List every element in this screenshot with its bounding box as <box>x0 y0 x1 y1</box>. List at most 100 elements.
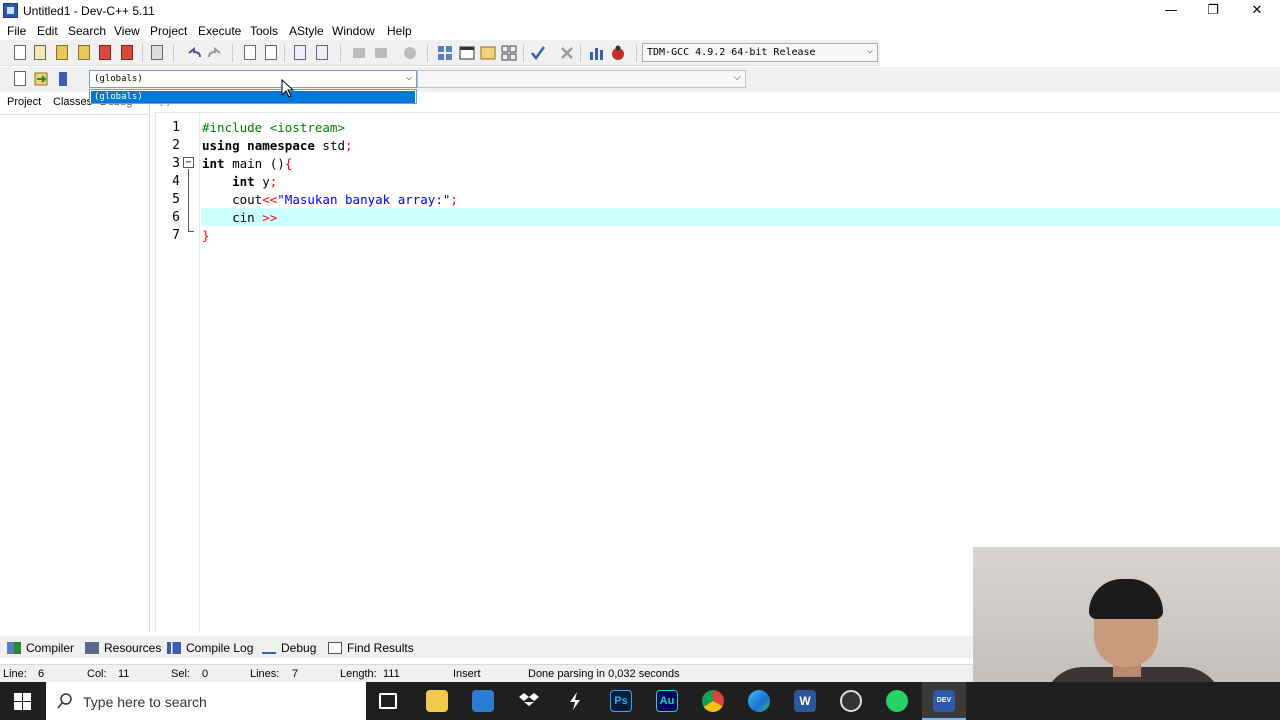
main-toolbar: TDM-GCC 4.9.2 64-bit Release ⌵ <box>0 40 880 66</box>
devcpp-taskbar-button[interactable]: DEV <box>922 682 966 720</box>
project-panel: Project Classes Debug <box>0 92 150 632</box>
chrome-icon[interactable] <box>702 690 724 712</box>
fold-collapse-icon[interactable]: − <box>183 157 194 168</box>
status-lines-label: Lines: <box>250 668 280 680</box>
dropdown-option-globals[interactable]: (globals) <box>91 91 415 103</box>
menu-execute[interactable]: Execute <box>198 24 241 38</box>
word-icon[interactable]: W <box>794 690 816 712</box>
window-title: Untitled1 - Dev-C++ 5.11 <box>23 4 155 18</box>
compiler-select[interactable]: TDM-GCC 4.9.2 64-bit Release ⌵ <box>642 43 878 62</box>
find-results-icon <box>328 642 342 654</box>
code-line-6: cin >> <box>202 210 278 225</box>
close-file-icon[interactable] <box>96 44 114 62</box>
stop-icon[interactable] <box>558 44 576 62</box>
compiler-select-value: TDM-GCC 4.9.2 64-bit Release <box>647 47 816 58</box>
line-number: 5 <box>172 192 180 207</box>
minimize-button[interactable]: — <box>1148 0 1194 22</box>
task-view-icon[interactable] <box>379 693 397 709</box>
tab-project[interactable]: Project <box>7 96 41 108</box>
menu-project[interactable]: Project <box>150 24 187 38</box>
debug-bug-icon[interactable] <box>609 44 627 62</box>
bookmark-next-icon[interactable] <box>372 44 390 62</box>
devcpp-icon: DEV <box>933 690 955 712</box>
bookmark-prev-icon[interactable] <box>350 44 368 62</box>
tab-debug-bottom[interactable]: Debug <box>262 641 316 655</box>
undo-icon[interactable] <box>185 44 203 62</box>
unindent-icon[interactable] <box>313 44 331 62</box>
menu-help[interactable]: Help <box>387 24 412 38</box>
tab-compiler[interactable]: Compiler <box>7 641 74 655</box>
resources-icon <box>85 642 99 654</box>
indent-icon[interactable] <box>291 44 309 62</box>
tile-icon[interactable] <box>500 44 518 62</box>
menu-astyle[interactable]: AStyle <box>289 24 324 38</box>
restore-button[interactable]: ❐ <box>1190 0 1236 22</box>
close-all-icon[interactable] <box>118 44 136 62</box>
code-line-4: int y; <box>232 174 278 189</box>
status-col: 11 <box>118 668 130 680</box>
line-gutter: 1 2 3 4 5 6 7 − <box>156 113 200 633</box>
menu-view[interactable]: View <box>114 24 140 38</box>
menu-search[interactable]: Search <box>68 24 106 38</box>
tab-resources[interactable]: Resources <box>85 641 161 655</box>
replace-icon[interactable] <box>262 44 280 62</box>
taskbar-search[interactable]: Type here to search <box>46 682 366 720</box>
bookmark-icon[interactable] <box>54 70 72 88</box>
profile-chart-icon[interactable] <box>588 44 606 62</box>
app-s-icon[interactable] <box>564 690 586 712</box>
menu-tools[interactable]: Tools <box>250 24 278 38</box>
dropbox-icon[interactable] <box>518 690 540 712</box>
menu-edit[interactable]: Edit <box>37 24 58 38</box>
whatsapp-icon[interactable] <box>886 690 908 712</box>
title-bar: Untitled1 - Dev-C++ 5.11 — ❐ ✕ <box>0 0 1280 22</box>
code-line-5: cout<<"Masukan banyak array:"; <box>202 192 458 207</box>
menu-window[interactable]: Window <box>332 24 375 38</box>
new-file-icon[interactable] <box>11 44 29 62</box>
audition-icon[interactable]: Au <box>656 690 678 712</box>
close-button[interactable]: ✕ <box>1234 0 1280 22</box>
mail-icon[interactable] <box>472 690 494 712</box>
goto-icon[interactable] <box>32 70 50 88</box>
project-new-icon[interactable] <box>436 44 454 62</box>
windows-logo-icon <box>14 693 22 701</box>
start-button[interactable] <box>0 682 46 720</box>
edge-icon[interactable] <box>748 690 770 712</box>
mouse-cursor-icon <box>281 79 295 98</box>
redo-icon[interactable] <box>206 44 224 62</box>
status-col-label: Col: <box>87 668 107 680</box>
status-length-label: Length: <box>340 668 377 680</box>
fullscreen-icon[interactable] <box>458 44 476 62</box>
line-number: 4 <box>172 174 180 189</box>
window-list-icon[interactable] <box>479 44 497 62</box>
class-select[interactable]: (globals) ⌵ <box>89 70 417 88</box>
menu-file[interactable]: File <box>7 24 26 38</box>
obs-icon[interactable] <box>840 690 862 712</box>
open-file-icon[interactable] <box>31 44 49 62</box>
find-icon[interactable] <box>241 44 259 62</box>
tab-compile-log[interactable]: Compile Log <box>167 641 253 655</box>
compiler-icon <box>7 642 21 654</box>
code-line-3: int main (){ <box>202 156 293 171</box>
code-line-1: #include <iostream> <box>202 120 345 135</box>
print-icon[interactable] <box>148 44 166 62</box>
code-line-2: using namespace std; <box>202 138 353 153</box>
save-all-icon[interactable] <box>75 44 93 62</box>
toggle-bookmark-icon[interactable] <box>401 44 419 62</box>
save-icon[interactable] <box>53 44 71 62</box>
tab-classes[interactable]: Classes <box>53 96 92 108</box>
photoshop-icon[interactable]: Ps <box>610 690 632 712</box>
status-line: 6 <box>38 668 45 680</box>
search-placeholder: Type here to search <box>83 694 207 710</box>
status-sel: 0 <box>202 668 209 680</box>
line-number: 1 <box>172 120 180 135</box>
devcpp-app-icon <box>3 3 18 18</box>
taskbar: Type here to search Ps Au W DEV <box>0 682 1280 720</box>
status-length: 111 <box>383 668 400 680</box>
insert-icon[interactable] <box>11 70 29 88</box>
tab-find-results[interactable]: Find Results <box>328 641 414 655</box>
member-select[interactable]: ⌵ <box>417 70 746 88</box>
check-syntax-icon[interactable] <box>529 44 547 62</box>
check-icon <box>262 642 276 654</box>
status-line-label: Line: <box>3 668 27 680</box>
file-explorer-icon[interactable] <box>426 690 448 712</box>
